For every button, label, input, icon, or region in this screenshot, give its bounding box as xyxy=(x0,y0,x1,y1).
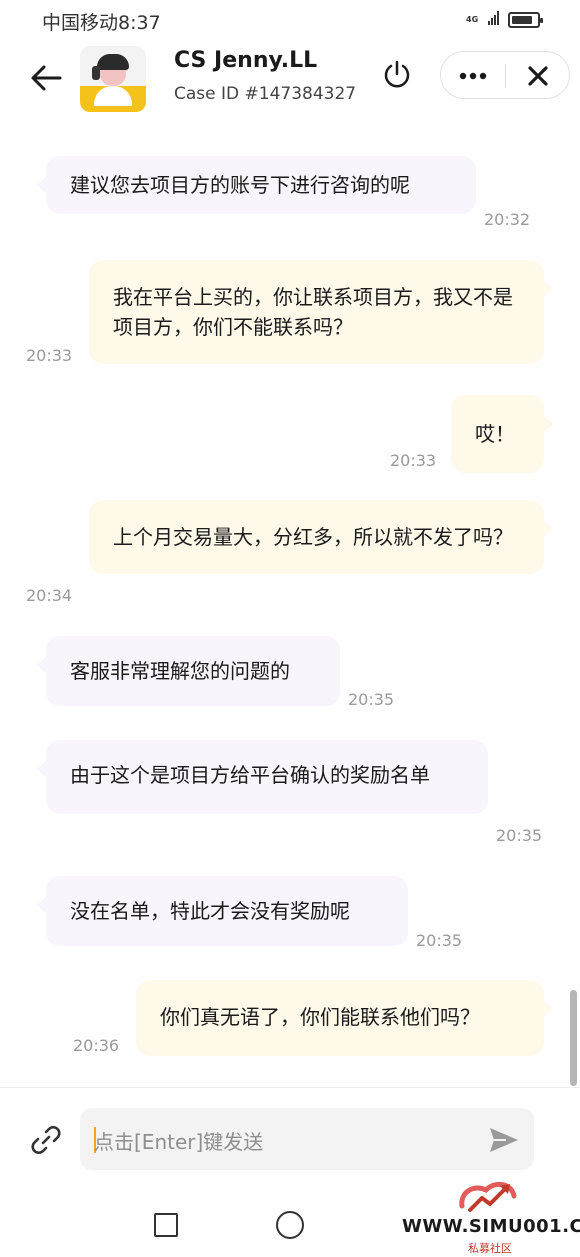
agent-message: 客服非常理解您的问题的 xyxy=(37,636,340,706)
input-placeholder: 点击[Enter]键发送 xyxy=(94,1130,264,1154)
close-button[interactable] xyxy=(506,52,570,100)
end-chat-button[interactable] xyxy=(380,58,414,92)
user-message[interactable]: 哎！ xyxy=(451,395,553,473)
message-text: 客服非常理解您的问题的 xyxy=(70,659,290,683)
watermark-subtitle: 私募社区 xyxy=(468,1242,512,1255)
mini-program-capsule xyxy=(440,51,570,99)
message-text: 上个月交易量大，分红多，所以就不发了吗？ xyxy=(113,525,513,549)
link-icon xyxy=(31,1126,61,1154)
message-text: 你们真无语了，你们能联系他们吗？ xyxy=(160,1005,480,1029)
watermark-url: WWW.SIMU001.CN xyxy=(402,1216,580,1237)
power-icon xyxy=(384,60,410,88)
message-text: 哎！ xyxy=(475,422,515,446)
user-message[interactable]: 你们真无语了，你们能联系他们吗？ xyxy=(136,980,553,1056)
message-time: 20:33 xyxy=(26,346,73,365)
signal-icon xyxy=(488,10,500,29)
message-text: 我在平台上买的，你让联系项目方，我又不是项目方，你们不能联系吗？ xyxy=(113,285,513,339)
send-icon xyxy=(490,1128,518,1152)
message-time: 20:32 xyxy=(484,210,531,229)
status-icons: 4G xyxy=(466,10,543,29)
send-button[interactable] xyxy=(484,1120,524,1160)
user-message[interactable]: 上个月交易量大，分红多，所以就不发了吗？ xyxy=(89,500,553,574)
agent-message: 没在名单，特此才会没有奖励呢 xyxy=(37,876,408,946)
recent-apps-button[interactable] xyxy=(154,1213,178,1237)
case-id: Case ID #147384327 xyxy=(174,84,357,104)
user-message[interactable]: 我在平台上买的，你让联系项目方，我又不是项目方，你们不能联系吗？ xyxy=(89,260,553,364)
back-button[interactable] xyxy=(24,56,68,100)
status-bar: 中国移动8:37 4G xyxy=(0,0,580,40)
message-text: 由于这个是项目方给平台确认的奖励名单 xyxy=(70,763,430,787)
message-text: 建议您去项目方的账号下进行咨询的呢 xyxy=(70,173,410,197)
attach-button[interactable] xyxy=(26,1120,66,1160)
message-time: 20:35 xyxy=(348,690,395,709)
scrollbar[interactable] xyxy=(570,990,577,1086)
network-4g-icon: 4G xyxy=(466,14,479,24)
message-time: 20:36 xyxy=(73,1036,120,1055)
message-time: 20:34 xyxy=(26,586,73,605)
arrow-left-icon xyxy=(31,65,62,91)
carrier-time: 中国移动8:37 xyxy=(42,12,161,34)
home-button[interactable] xyxy=(276,1211,304,1239)
battery-icon xyxy=(508,11,543,28)
more-button[interactable] xyxy=(441,52,505,100)
watermark-logo-icon xyxy=(459,1181,517,1212)
agent-message: 由于这个是项目方给平台确认的奖励名单 xyxy=(37,740,488,814)
watermark: WWW.SIMU001.CN 私募社区 xyxy=(400,1176,580,1257)
message-time: 20:35 xyxy=(496,826,543,845)
agent-avatar xyxy=(80,46,146,112)
message-time: 20:33 xyxy=(390,451,437,470)
agent-name: CS Jenny.LL xyxy=(174,48,318,73)
agent-message: 建议您去项目方的账号下进行咨询的呢 xyxy=(37,156,476,214)
message-input[interactable]: 点击[Enter]键发送 xyxy=(80,1108,534,1170)
more-dots-icon xyxy=(459,72,487,80)
message-time: 20:35 xyxy=(416,931,463,950)
close-icon xyxy=(528,66,548,86)
chat-header: CS Jenny.LL Case ID #147384327 xyxy=(0,40,580,120)
message-text: 没在名单，特此才会没有奖励呢 xyxy=(70,899,350,923)
